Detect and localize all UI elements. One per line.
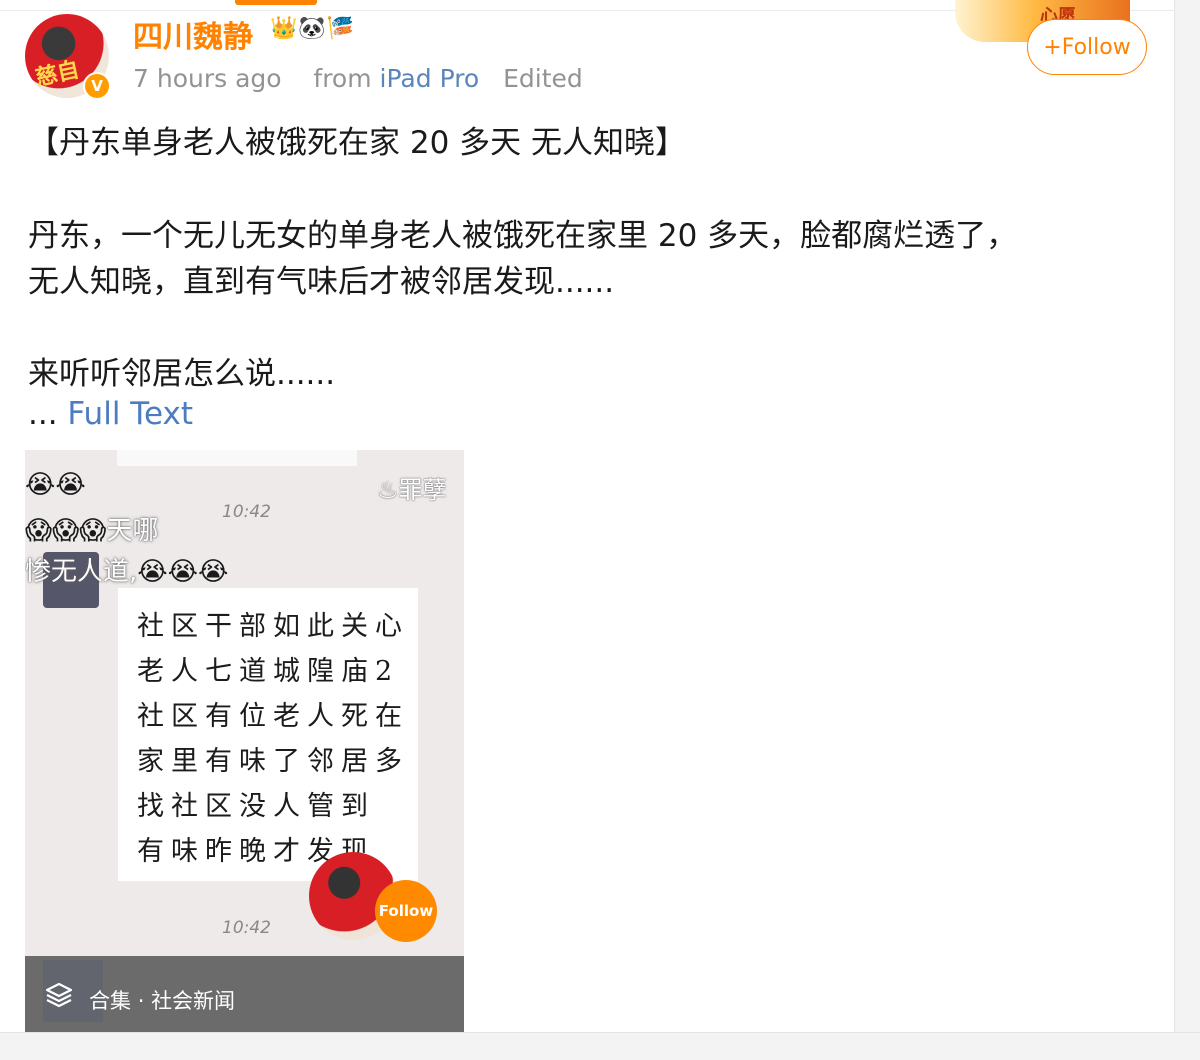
layers-icon [45,982,73,1008]
post-headline: 【丹东单身老人被饿死在家 20 多天 无人知晓】 [28,125,687,161]
handwriting-line: 社区有位老人死在 [137,701,409,732]
verified-badge-icon: V [83,72,111,100]
post-source: iPad Pro [379,64,480,93]
collection-label[interactable]: 合集 · 社会新闻 [89,985,235,1015]
handwriting-line: 社区干部如此关心 [137,611,409,642]
crying-emoji-icon: 😭😭😭 [137,557,229,587]
ellipsis: ... [28,396,68,432]
video-top-strip [117,450,357,466]
right-scroll-gutter [1174,0,1200,1059]
collection-name: 社会新闻 [151,989,236,1013]
crying-emoji-icon: 😭😭 [25,470,86,500]
edited-label[interactable]: Edited [503,64,583,93]
handwriting-line: 找社区没人管到 [137,791,375,822]
post-body-line: 无人知晓，直到有气味后才被邻居发现...... [28,264,615,300]
active-tab-indicator [235,0,317,5]
handwriting-line: 老人七道城隍庙2 [137,656,400,687]
read-more: ... Full Text [28,396,193,432]
follow-button[interactable]: +Follow [1027,19,1147,75]
danmu-comment: 😭😭 [25,470,86,500]
flame-icon: ♨ [377,476,399,504]
user-badge-icons[interactable]: 👑🐼🎏 [270,16,355,41]
from-label: from [313,64,372,93]
username[interactable]: 四川魏静 [133,12,253,56]
post-time: 7 hours ago [133,64,282,93]
video-follow-button[interactable]: Follow [375,880,437,942]
bottom-gutter [0,1032,1200,1060]
separator-dot: · [137,989,145,1013]
video-watermark: ♨罪孽 [377,476,447,504]
post-body-line: 来听听邻居怎么说...... [28,356,336,392]
avatar-text: 慈自 [33,56,82,92]
post-body-line: 丹东，一个无儿无女的单身老人被饿死在家里 20 多天，脸都腐烂透了， [28,218,1018,254]
post-meta: 7 hours ago from iPad Pro Edited [133,64,583,93]
chat-timestamp: 10:42 [222,502,271,522]
danmu-comment: 😱😱😱天哪 [25,516,159,546]
screaming-emoji-icon: 😱😱😱 [25,516,107,546]
chat-timestamp: 10:42 [222,918,271,938]
handwriting-line: 家里有味了邻居多 [137,746,409,777]
full-text-link[interactable]: Full Text [67,396,193,432]
danmu-comment: 惨无人道,😭😭😭 [25,557,229,587]
video-player[interactable]: ♨罪孽 10:42 😭😭 😱😱😱天哪 惨无人道,😭😭😭 社区干部如此关心 老人七… [25,450,464,1032]
